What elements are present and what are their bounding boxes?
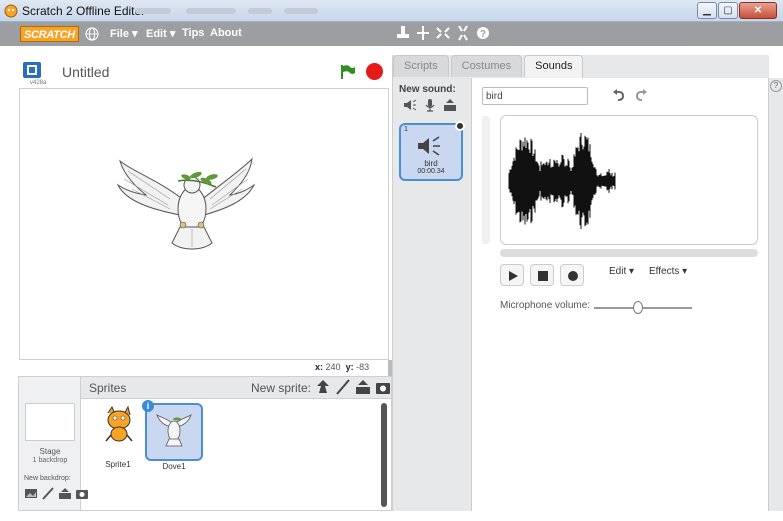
record-button[interactable] bbox=[560, 264, 584, 286]
sound-list: New sound: 1 bird 00:00.34 bbox=[393, 78, 465, 511]
sound-editor: Edit ▾ Effects ▾ Microphone volume: bbox=[471, 78, 770, 511]
green-flag-icon[interactable] bbox=[340, 64, 356, 80]
sound-name: bird bbox=[424, 159, 438, 168]
window-titlebar: Scratch 2 Offline Editor ▁ ▢ ✕ bbox=[0, 0, 783, 22]
svg-text:?: ? bbox=[480, 29, 486, 40]
new-backdrop-tools bbox=[24, 487, 89, 500]
stop-icon bbox=[538, 271, 548, 281]
grow-icon[interactable] bbox=[436, 25, 450, 41]
tab-costumes[interactable]: Costumes bbox=[450, 55, 523, 77]
globe-icon[interactable] bbox=[85, 27, 99, 41]
blurred-title-text bbox=[248, 8, 272, 14]
editor-pane: Scripts Costumes Sounds New sound: 1 bir… bbox=[392, 55, 770, 511]
waveform-display[interactable] bbox=[500, 115, 758, 245]
camera-backdrop-icon[interactable] bbox=[75, 487, 89, 500]
help-strip: ? bbox=[768, 78, 783, 511]
paint-backdrop-icon[interactable] bbox=[41, 487, 55, 500]
project-title[interactable]: Untitled bbox=[62, 64, 109, 80]
stop-sound-button[interactable] bbox=[530, 264, 554, 286]
stage-label: Stage bbox=[39, 447, 61, 456]
sound-index: 1 bbox=[404, 126, 408, 133]
menubar: SCRATCH File ▾ Edit ▾ Tips About ? bbox=[0, 22, 783, 46]
sprites-title: Sprites bbox=[89, 381, 127, 395]
upload-sound-icon[interactable] bbox=[443, 98, 457, 112]
record-icon bbox=[568, 271, 578, 281]
stage-canvas[interactable] bbox=[19, 88, 389, 360]
window-controls: ▁ ▢ ✕ bbox=[697, 2, 777, 19]
blurred-title-text bbox=[186, 8, 236, 14]
stage-column: Stage 1 backdrop New backdrop: bbox=[19, 377, 88, 510]
delete-scissors-icon[interactable] bbox=[416, 25, 430, 41]
play-button[interactable] bbox=[500, 264, 524, 286]
scratch-cat-sprite-icon bbox=[105, 405, 133, 442]
minimize-button[interactable]: ▁ bbox=[697, 2, 717, 19]
sprite-panel: Stage 1 backdrop New backdrop: Sprites N… bbox=[18, 376, 392, 511]
y-coordinate: -83 bbox=[356, 362, 370, 372]
menu-about[interactable]: About bbox=[210, 27, 242, 39]
sound-duration: 00:00.34 bbox=[417, 168, 445, 175]
blurred-title-text bbox=[135, 8, 171, 14]
sound-edit-menu[interactable]: Edit ▾ bbox=[609, 266, 634, 277]
redo-icon[interactable] bbox=[634, 88, 648, 102]
sprite-library-icon[interactable] bbox=[315, 379, 331, 395]
help-cursor-icon[interactable]: ? bbox=[476, 25, 490, 41]
scratch-cat-app-icon bbox=[4, 4, 18, 18]
record-sound-icon[interactable] bbox=[423, 98, 437, 112]
close-button[interactable]: ✕ bbox=[739, 2, 777, 19]
stage-thumbnail[interactable] bbox=[25, 403, 75, 441]
cursor-tools: ? bbox=[396, 25, 490, 41]
window-title: Scratch 2 Offline Editor bbox=[22, 4, 146, 18]
mouse-coordinates: x: 240 y: -83 bbox=[315, 362, 370, 372]
dove-sprite[interactable] bbox=[20, 89, 390, 361]
stop-button[interactable] bbox=[366, 63, 383, 80]
x-coordinate: 240 bbox=[325, 362, 341, 372]
duplicate-stamp-icon[interactable] bbox=[396, 25, 410, 41]
sprite-tile[interactable]: Sprite1 bbox=[89, 403, 147, 469]
menu-edit[interactable]: Edit ▾ bbox=[146, 27, 175, 40]
dove-sprite-icon bbox=[156, 413, 192, 447]
backdrop-library-icon[interactable] bbox=[24, 487, 38, 500]
upload-sprite-icon[interactable] bbox=[355, 379, 371, 395]
help-icon[interactable]: ? bbox=[770, 80, 782, 92]
scratch-logo[interactable]: SCRATCH bbox=[20, 26, 79, 42]
delete-sound-icon[interactable] bbox=[455, 121, 465, 131]
sprite-name: Dove1 bbox=[162, 462, 186, 471]
presentation-mode-icon[interactable] bbox=[22, 61, 42, 79]
play-icon bbox=[509, 271, 518, 281]
sound-library-icon[interactable] bbox=[403, 98, 417, 112]
sound-tile-selected[interactable]: 1 bird 00:00.34 bbox=[399, 121, 465, 181]
new-sprite-tools bbox=[315, 379, 391, 395]
paint-sprite-icon[interactable] bbox=[335, 379, 351, 395]
editor-tabs: Scripts Costumes Sounds bbox=[393, 55, 584, 79]
version-label: v428a bbox=[30, 80, 47, 86]
menu-file[interactable]: File ▾ bbox=[110, 27, 138, 40]
sound-name-input[interactable] bbox=[482, 87, 588, 105]
waveform-vertical-scroll[interactable] bbox=[482, 116, 490, 244]
microphone-volume-label: Microphone volume: bbox=[500, 300, 591, 311]
sprite-name: Sprite1 bbox=[105, 460, 131, 469]
microphone-volume-knob[interactable] bbox=[633, 301, 644, 314]
menu-tips[interactable]: Tips bbox=[182, 27, 204, 39]
sprite-tile-selected[interactable]: i Dove1 bbox=[142, 400, 203, 471]
new-sound-tools bbox=[403, 98, 457, 112]
new-sprite-label: New sprite: bbox=[251, 381, 312, 395]
sprite-list-scrollbar[interactable] bbox=[381, 403, 387, 507]
waveform-graph bbox=[508, 133, 616, 229]
upload-backdrop-icon[interactable] bbox=[58, 487, 72, 500]
stage-header: v428a Untitled bbox=[16, 58, 391, 88]
tab-sounds[interactable]: Sounds bbox=[524, 55, 584, 79]
new-sound-label: New sound: bbox=[399, 84, 456, 95]
shrink-icon[interactable] bbox=[456, 25, 470, 41]
maximize-button[interactable]: ▢ bbox=[718, 2, 738, 19]
info-icon[interactable]: i bbox=[142, 400, 154, 412]
tab-scripts[interactable]: Scripts bbox=[393, 55, 449, 77]
backdrop-count: 1 backdrop bbox=[32, 457, 68, 464]
waveform-horizontal-scroll[interactable] bbox=[500, 249, 758, 257]
camera-sprite-icon[interactable] bbox=[375, 379, 391, 395]
sound-effects-menu[interactable]: Effects ▾ bbox=[649, 266, 687, 277]
undo-icon[interactable] bbox=[612, 88, 626, 102]
new-backdrop-label: New backdrop: bbox=[24, 475, 71, 482]
blurred-title-text bbox=[284, 8, 318, 14]
speaker-icon bbox=[418, 136, 440, 156]
